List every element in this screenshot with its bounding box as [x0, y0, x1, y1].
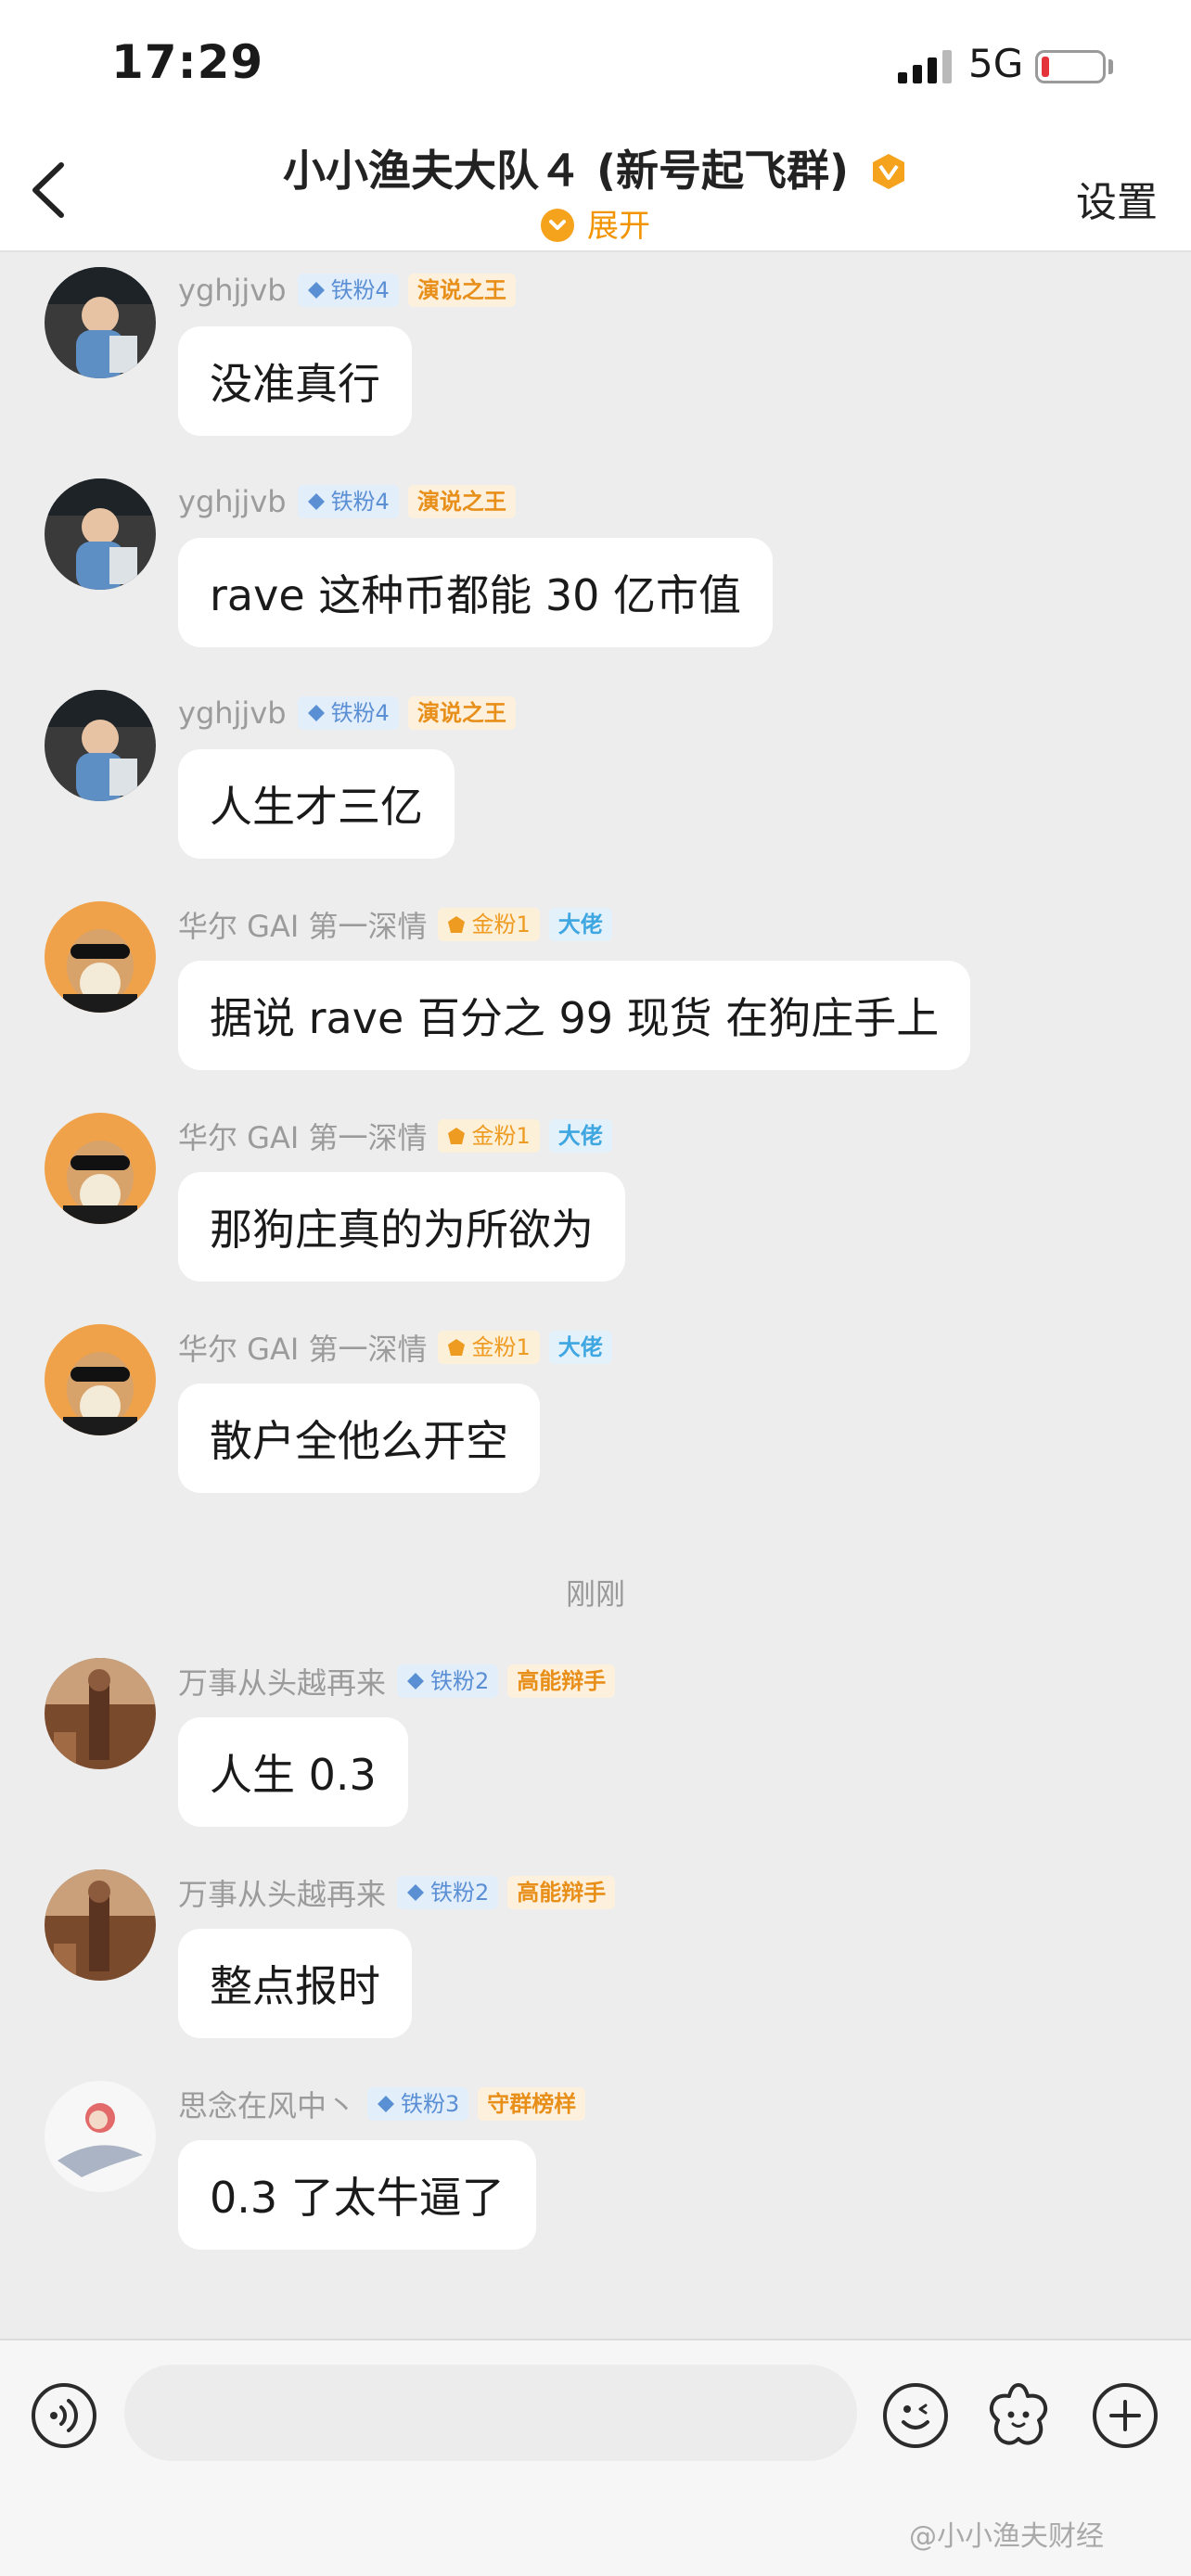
title-badge: 大佬 [548, 1331, 612, 1364]
emoji-button[interactable] [883, 2383, 948, 2448]
chat-header: 小小渔夫大队４ (新号起飞群) 展开 设置 [0, 130, 1191, 252]
emoji-icon [902, 2404, 929, 2429]
diamond-icon [407, 1884, 425, 1901]
status-time: 17:29 [111, 35, 264, 89]
message-bubble[interactable]: 据说 rave 百分之 99 现货 在狗庄手上 [178, 961, 971, 1070]
battery-icon [1035, 50, 1106, 83]
fan-badge: 铁粉4 [297, 274, 399, 307]
message-meta: 华尔 GAI 第一深情 金粉1 大佬 [178, 1328, 621, 1367]
fan-badge: 铁粉4 [297, 696, 399, 730]
group-title-row[interactable]: 小小渔夫大队４ (新号起飞群) [0, 137, 1191, 201]
voice-icon [50, 2399, 78, 2432]
avatar[interactable] [45, 1869, 156, 1981]
message-input[interactable] [124, 2365, 857, 2461]
title-badge: 大佬 [548, 908, 612, 941]
avatar[interactable] [45, 690, 156, 801]
message-meta: 万事从头越再来 铁粉2 高能辩手 [178, 1873, 624, 1912]
username[interactable]: 思念在风中丶 [178, 2083, 356, 2125]
sticker-button[interactable] [983, 2379, 1054, 2450]
settings-button[interactable]: 设置 [1076, 169, 1158, 228]
username[interactable]: yghjjvb [178, 484, 287, 519]
message-meta: 思念在风中丶 铁粉3 守群榜样 [178, 2085, 595, 2123]
message-bubble[interactable]: rave 这种币都能 30 亿市值 [178, 538, 774, 647]
message-bubble[interactable]: 那狗庄真的为所欲为 [178, 1172, 625, 1282]
message-meta: 华尔 GAI 第一深情 金粉1 大佬 [178, 905, 621, 944]
crown-icon [448, 916, 466, 933]
message-bubble[interactable]: 0.3 了太牛逼了 [178, 2140, 536, 2250]
message-meta: yghjjvb 铁粉4 演说之王 [178, 694, 525, 733]
avatar[interactable] [45, 901, 156, 1013]
title-badge: 演说之王 [407, 274, 516, 307]
vip-icon [869, 151, 908, 201]
username[interactable]: yghjjvb [178, 695, 287, 731]
diamond-icon [407, 1673, 425, 1690]
avatar[interactable] [45, 478, 156, 590]
network-label: 5G [968, 41, 1024, 86]
message-meta: 华尔 GAI 第一深情 金粉1 大佬 [178, 1116, 621, 1155]
username[interactable]: 万事从头越再来 [178, 1660, 386, 1702]
title-badge: 大佬 [548, 1119, 612, 1153]
username[interactable]: 华尔 GAI 第一深情 [178, 903, 427, 946]
diamond-icon [307, 705, 325, 721]
message-bubble[interactable]: 没准真行 [178, 326, 412, 436]
message-meta: 万事从头越再来 铁粉2 高能辩手 [178, 1662, 624, 1701]
title-badge: 高能辩手 [507, 1876, 616, 1909]
expand-icon [541, 209, 574, 242]
fan-badge: 铁粉2 [397, 1876, 499, 1909]
fan-badge: 铁粉4 [297, 485, 399, 518]
message-bubble[interactable]: 整点报时 [178, 1929, 412, 2038]
diamond-icon [307, 493, 325, 510]
title-badge: 守群榜样 [478, 2087, 586, 2121]
avatar[interactable] [45, 2081, 156, 2192]
watermark: @小小渔夫财经 [909, 2520, 1104, 2553]
diamond-icon [307, 282, 325, 299]
plus-icon [1109, 2400, 1141, 2431]
username[interactable]: 华尔 GAI 第一深情 [178, 1326, 427, 1369]
plus-button[interactable] [1093, 2383, 1158, 2448]
message-bubble[interactable]: 人生 0.3 [178, 1717, 408, 1827]
fan-badge: 铁粉2 [397, 1664, 499, 1698]
message-bubble[interactable]: 人生才三亿 [178, 749, 455, 859]
message-meta: yghjjvb 铁粉4 演说之王 [178, 482, 525, 521]
crown-icon [448, 1128, 466, 1144]
message-bubble[interactable]: 散户全他么开空 [178, 1384, 540, 1493]
avatar[interactable] [45, 1658, 156, 1769]
username[interactable]: yghjjvb [178, 273, 287, 308]
diamond-icon [378, 2096, 395, 2112]
fan-badge: 铁粉3 [367, 2087, 469, 2121]
group-title: 小小渔夫大队４ (新号起飞群) [282, 146, 850, 196]
fan-badge: 金粉1 [438, 1119, 540, 1153]
avatar[interactable] [45, 1113, 156, 1224]
username[interactable]: 华尔 GAI 第一深情 [178, 1115, 427, 1157]
signal-icon [898, 48, 954, 83]
sticker-icon [989, 2383, 1048, 2445]
voice-button[interactable] [32, 2383, 96, 2448]
fan-badge: 金粉1 [438, 908, 540, 941]
avatar[interactable] [45, 1324, 156, 1435]
status-bar: 17:29 5G [0, 0, 1191, 130]
title-badge: 演说之王 [407, 696, 516, 730]
expand-label: 展开 [587, 208, 650, 245]
crown-icon [448, 1339, 466, 1356]
username[interactable]: 万事从头越再来 [178, 1871, 386, 1914]
avatar[interactable] [45, 267, 156, 378]
fan-badge: 金粉1 [438, 1331, 540, 1364]
message-meta: yghjjvb 铁粉4 演说之王 [178, 271, 525, 310]
title-badge: 演说之王 [407, 485, 516, 518]
time-separator: 刚刚 [565, 1576, 625, 1612]
title-badge: 高能辩手 [507, 1664, 616, 1698]
expand-button[interactable]: 展开 [0, 200, 1191, 246]
